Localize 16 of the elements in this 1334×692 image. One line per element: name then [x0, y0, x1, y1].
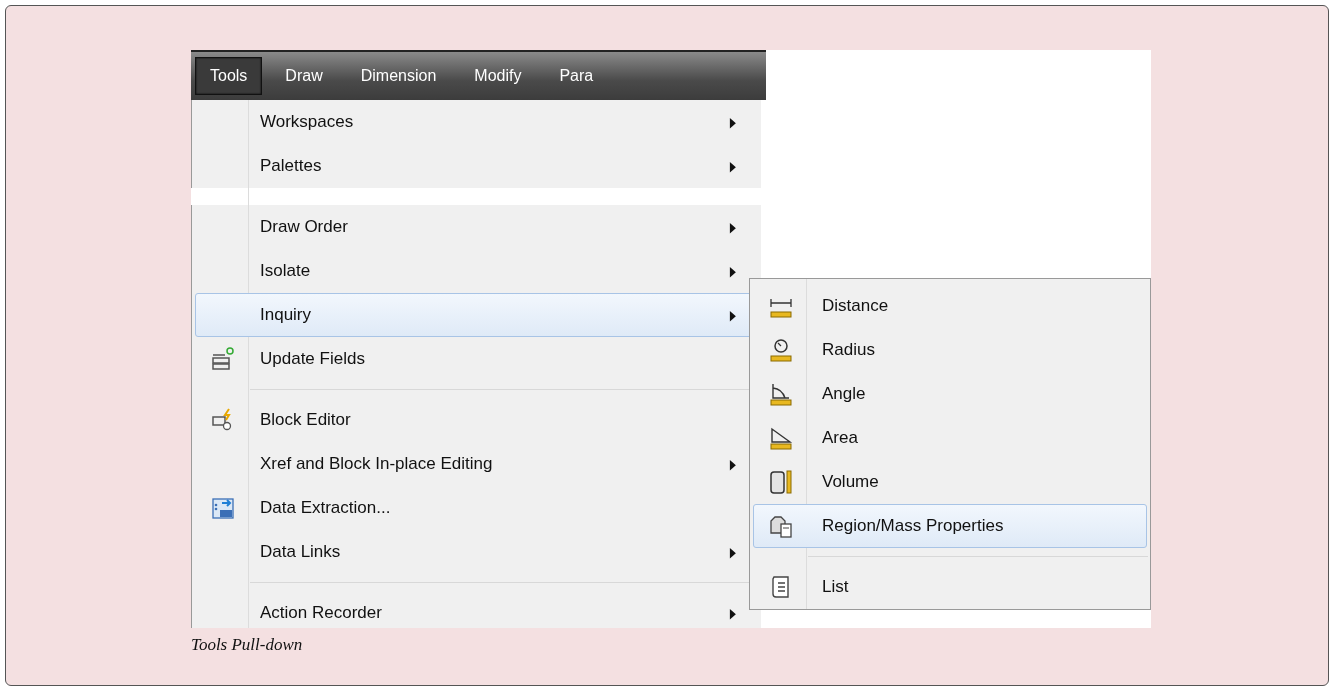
menu-bar-item[interactable]: Modify	[459, 57, 537, 95]
ruler-triangle-icon	[768, 425, 794, 451]
menu-bar-item[interactable]: Draw	[270, 57, 338, 95]
menu-bar-item[interactable]: Tools	[195, 57, 263, 95]
list-icon	[210, 346, 236, 372]
cylinder-ruler-icon	[768, 469, 794, 495]
menu-bar-item[interactable]: Para	[544, 57, 609, 95]
menu-item[interactable]: Draw Order	[195, 205, 758, 249]
menu-item[interactable]: Palettes	[195, 144, 758, 188]
menu-item[interactable]: Region/Mass Properties	[753, 504, 1147, 548]
menu-item[interactable]: Workspaces	[195, 100, 758, 144]
ruler-circle-icon	[768, 337, 794, 363]
figure-caption: Tools Pull-down	[191, 634, 304, 656]
menu-bar-item[interactable]: Dimension	[345, 57, 452, 95]
region-calculator-icon	[768, 513, 794, 539]
ruler-angle-icon	[768, 381, 794, 407]
